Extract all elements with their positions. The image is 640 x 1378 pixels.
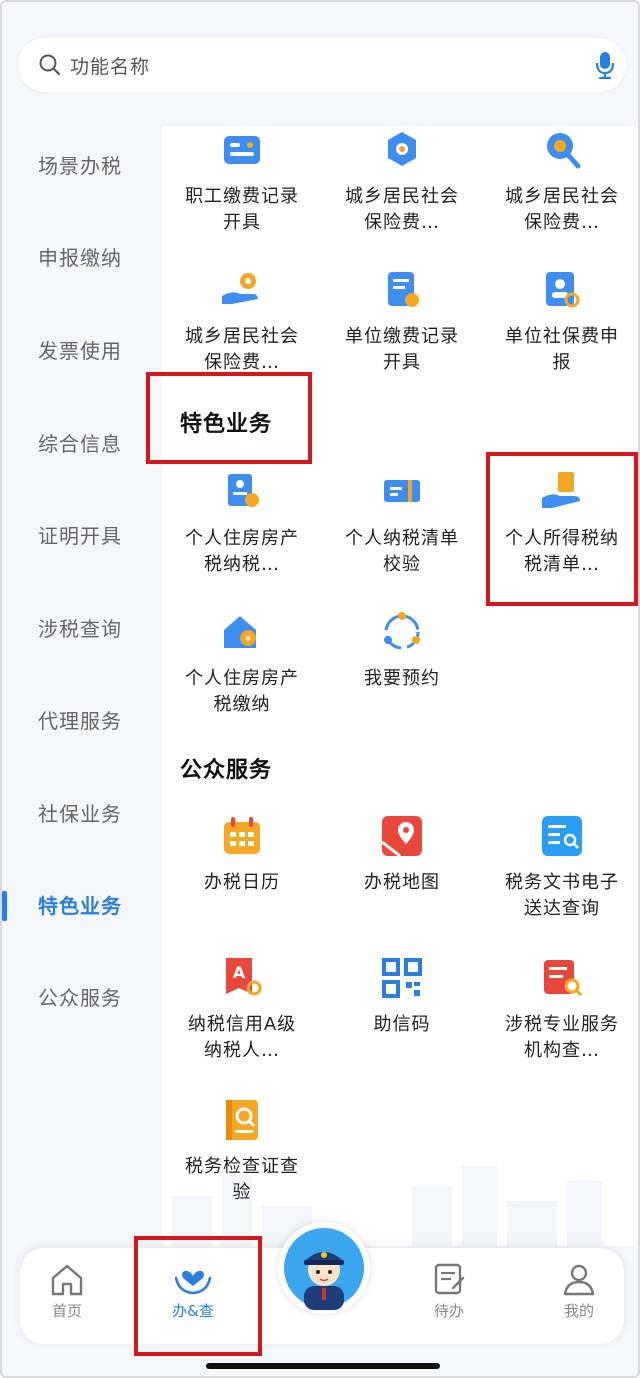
service-label: 涉税专业服务机构查… [505,1014,619,1061]
service-staff-record[interactable]: 职工缴费记录开具 [162,126,322,236]
service-label: 个人住房房产税纳税… [185,528,299,575]
search-badge-icon [547,133,581,169]
tab-home[interactable]: 首页 [22,1262,112,1321]
home-icon [51,1264,83,1296]
tab-mine-label: 我的 [563,1302,594,1320]
service-credit-code[interactable]: 助信码 [322,954,482,1038]
service-inspection-certificate[interactable]: 税务检查证查验 [162,1096,322,1206]
service-label: 城乡居民社会保险费… [185,326,299,373]
service-tax-map[interactable]: 办税地图 [322,812,482,896]
service-label: 城乡居民社会保险费… [505,186,619,233]
tab-mine[interactable]: 我的 [534,1262,624,1321]
highlight-box-handle-tab [134,1236,262,1356]
service-label: 税务检查证查验 [185,1156,299,1203]
todo-icon [434,1263,465,1295]
hand-coin-icon [222,273,258,304]
service-tax-calendar[interactable]: 办税日历 [162,812,322,896]
svg-text:¥: ¥ [245,634,251,645]
house-coin-icon: ¥ [224,616,256,648]
service-professional-agency[interactable]: 涉税专业服务机构查… [482,954,638,1064]
tax-officer-avatar-icon [284,1228,364,1310]
profile-card-icon [228,474,259,507]
sidebar-item-special[interactable]: 特色业务 [2,876,162,936]
highlight-box-special-title [146,372,312,464]
sidebar-item-info[interactable]: 综合信息 [2,414,162,474]
svg-text:A: A [233,963,246,982]
service-label: 我要预约 [364,668,440,689]
sidebar-item-agency[interactable]: 代理服务 [2,691,162,751]
service-label: 单位缴费记录开具 [345,326,459,373]
person-search-icon [546,272,580,308]
credit-a-icon: A [226,958,262,996]
sidebar-item-social[interactable]: 社保业务 [2,784,162,844]
service-label: 个人住房房产税缴纳 [185,668,299,715]
service-content: 职工缴费记录开具 城乡居民社会保险费… 城乡居民社会保险费… 城乡居民社会保险费… [162,126,638,1246]
assistant-avatar-button[interactable] [278,1222,370,1314]
sidebar-item-declare[interactable]: 申报缴纳 [2,228,162,288]
service-unit-record[interactable]: 单位缴费记录开具 [322,266,482,376]
highlight-box-income-tax [486,452,638,606]
document-pen-icon [388,272,419,307]
service-resident-insurance-3[interactable]: 城乡居民社会保险费… [162,266,322,376]
app-frame: 功能名称 场景办税 申报缴纳 发票使用 综合信息 证明开具 涉税查询 代理服务 … [0,0,640,1378]
ticket-check-icon [384,480,420,502]
user-icon [563,1264,595,1296]
service-label: 助信码 [373,1014,431,1035]
service-e-document-query[interactable]: 税务文书电子送达查询 [482,812,638,922]
service-label: 单位社保费申报 [505,326,619,373]
service-house-tax-pay[interactable]: ¥ 个人住房房产税缴纳 [162,608,322,718]
service-label: 城乡居民社会保险费… [345,186,459,233]
document-search-icon [542,816,582,856]
service-resident-insurance-1[interactable]: 城乡居民社会保险费… [322,126,482,236]
search-area: 功能名称 [2,2,638,106]
sidebar-item-invoice[interactable]: 发票使用 [2,321,162,381]
service-label: 个人纳税清单校验 [345,528,459,575]
search-icon [39,54,61,76]
service-label: 办税日历 [204,872,280,893]
category-sidebar: 场景办税 申报缴纳 发票使用 综合信息 证明开具 涉税查询 代理服务 社保业务 … [2,106,162,1246]
service-credit-a[interactable]: A 纳税信用A级纳税人… [162,954,322,1064]
service-unit-declare[interactable]: 单位社保费申报 [482,266,638,376]
qr-code-icon [382,958,422,998]
section-title-public: 公众服务 [180,758,273,783]
certificate-search-icon [226,1100,258,1140]
search-placeholder: 功能名称 [70,56,151,78]
service-tax-list-check[interactable]: 个人纳税清单校验 [322,468,482,578]
sidebar-item-public[interactable]: 公众服务 [2,968,162,1028]
id-card-icon [224,136,260,164]
service-label: 职工缴费记录开具 [185,186,299,233]
settings-badge-icon [388,132,416,166]
tab-todo-label: 待办 [433,1302,464,1320]
service-label: 办税地图 [364,872,440,893]
service-house-tax-certificate[interactable]: 个人住房房产税纳税… [162,468,322,578]
service-appointment[interactable]: 我要预约 [322,608,482,692]
sidebar-item-scene[interactable]: 场景办税 [2,136,162,196]
service-label: 纳税信用A级纳税人… [187,1014,297,1061]
calendar-icon [224,817,260,854]
appointment-cycle-icon [384,612,420,650]
home-indicator [206,1363,440,1369]
service-resident-insurance-2[interactable]: 城乡居民社会保险费… [482,126,638,236]
sidebar-item-certificate[interactable]: 证明开具 [2,506,162,566]
tab-todo[interactable]: 待办 [404,1262,494,1321]
sidebar-item-query[interactable]: 涉税查询 [2,599,162,659]
agency-search-icon [544,960,583,997]
search-bar[interactable]: 功能名称 [18,38,626,92]
microphone-icon[interactable] [594,50,616,80]
service-label: 税务文书电子送达查询 [505,872,619,919]
map-pin-icon [381,816,422,858]
tab-home-label: 首页 [51,1302,82,1320]
